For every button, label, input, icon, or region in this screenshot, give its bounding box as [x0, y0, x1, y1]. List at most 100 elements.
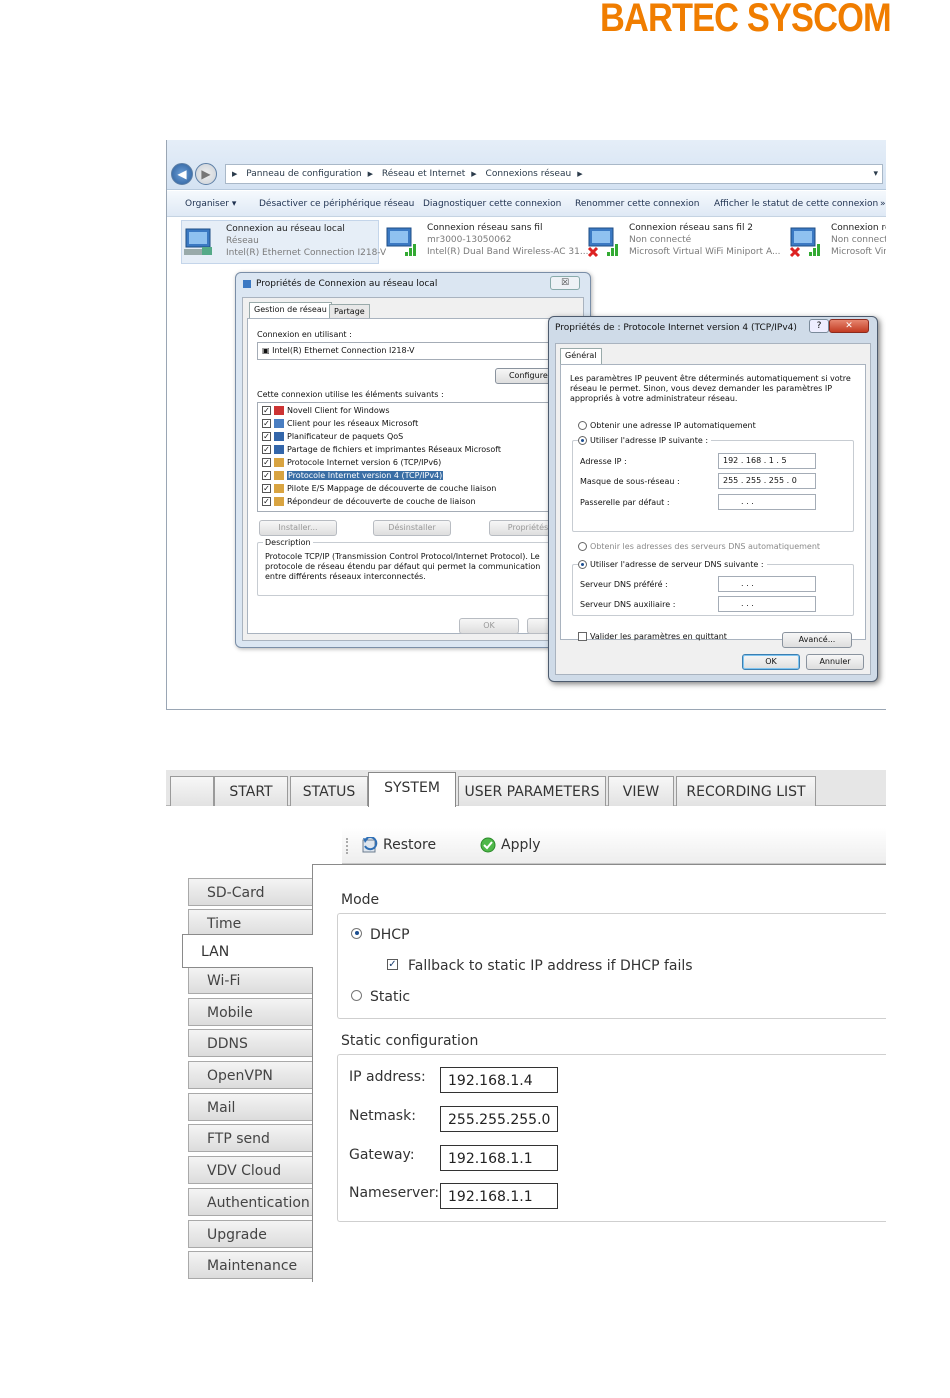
web-lan-settings-screenshot: START STATUS SYSTEM USER PARAMETERS VIEW… — [166, 770, 886, 1282]
tab-start[interactable]: START — [214, 776, 288, 806]
tab-blank[interactable] — [170, 776, 214, 806]
connection-lan[interactable]: Connexion au réseau local Réseau Intel(R) … — [181, 220, 386, 264]
connect-using-label: Connexion en utilisant : — [257, 330, 352, 339]
list-item[interactable]: ✓ Protocole Internet version 4 (TCP/IPv4) — [262, 470, 444, 483]
network-adapter-icon — [184, 228, 212, 255]
list-item[interactable]: ✓ Planificateur de paquets QoS — [262, 431, 403, 444]
dropdown-icon[interactable]: ▾ — [873, 165, 878, 183]
dialog-body: Général Les paramètres IP peuvent être d… — [555, 343, 871, 675]
sidebar-item-authentication[interactable]: Authentication — [188, 1188, 312, 1216]
list-item[interactable]: ✓ Répondeur de découverte de couche de li… — [262, 496, 476, 509]
nameserver-label: Nameserver: — [349, 1185, 440, 1201]
items-label: Cette connexion utilise les éléments sui… — [257, 390, 444, 399]
install-button[interactable]: Installer... — [259, 520, 337, 536]
gateway-input[interactable]: 192.168.1.1 — [440, 1145, 558, 1171]
gateway-label: Passerelle par défaut : — [580, 498, 670, 507]
static-config-title: Static configuration — [341, 1033, 479, 1049]
sidebar-item-lan[interactable]: LAN — [182, 934, 313, 968]
connection-other[interactable]: Connexion réNon connectéMicrosoft Virt — [787, 220, 886, 264]
connection-wifi-2[interactable]: Connexion réseau sans fil 2 Non connecté M… — [585, 220, 781, 264]
lan-content-panel: Mode DHCP ✓ Fallback to static IP address… — [312, 864, 886, 1282]
sidebar-item-vdv-cloud[interactable]: VDV Cloud — [188, 1156, 312, 1184]
wifi-disconnected-icon — [789, 227, 820, 258]
breadcrumb-panneau[interactable]: Panneau de configuration — [246, 169, 361, 179]
sidebar-item-time[interactable]: Time — [188, 909, 312, 937]
show-status-button[interactable]: Afficher le statut de cette connexion — [714, 199, 878, 209]
list-item[interactable]: ✓ Protocole Internet version 6 (TCP/IPv6) — [262, 457, 441, 470]
restore-button[interactable]: Restore — [362, 837, 436, 853]
description-label: Description — [263, 538, 313, 547]
breadcrumb-reseau-internet[interactable]: Réseau et Internet — [382, 169, 465, 179]
network-small-icon — [243, 280, 251, 288]
mode-section-title: Mode — [341, 892, 380, 908]
ip-address-input[interactable]: 192.168.1.4 — [440, 1067, 558, 1093]
toolbar-grip — [346, 838, 349, 854]
tab-status[interactable]: STATUS — [290, 776, 368, 806]
list-item[interactable]: ✓ Partage de fichiers et imprimantes Rése… — [262, 444, 501, 457]
forward-icon[interactable]: ▶ — [195, 163, 217, 185]
sidebar-item-wifi[interactable]: Wi-Fi — [188, 966, 312, 994]
list-item[interactable]: ✓ Client pour les réseaux Microsoft — [262, 418, 418, 431]
disable-device-button[interactable]: Désactiver ce périphérique réseau — [259, 199, 414, 209]
components-list[interactable]: ✓ Novell Client for Windows ✓ Client pour … — [257, 402, 557, 512]
list-item[interactable]: ✓ Novell Client for Windows — [262, 405, 389, 418]
sidebar-item-mobile[interactable]: Mobile — [188, 998, 312, 1026]
breadcrumb-connexions[interactable]: Connexions réseau — [486, 169, 572, 179]
dhcp-radio[interactable]: DHCP — [351, 927, 410, 943]
uninstall-button[interactable]: Désinstaller — [373, 520, 451, 536]
diagnose-button[interactable]: Diagnostiquer cette connexion — [423, 199, 561, 209]
windows-network-connections-screenshot: ◀ ▶ ▶ Panneau de configuration ▶ Réseau e… — [166, 140, 886, 710]
tab-partage[interactable]: Partage — [329, 304, 370, 318]
lan-properties-dialog: Propriétés de Connexion au réseau local … — [235, 272, 591, 648]
ip-input[interactable]: 192 . 168 . 1 . 5 — [718, 453, 816, 469]
mask-label: Masque de sous-réseau : — [580, 477, 680, 486]
netmask-input[interactable]: 255.255.255.0 — [440, 1106, 558, 1132]
ok-button[interactable]: OK — [459, 618, 519, 634]
sidebar-item-sd-card[interactable]: SD-Card — [188, 878, 312, 906]
connection-wifi[interactable]: Connexion réseau sans fil mr3000-13050062… — [383, 220, 588, 264]
close-button[interactable]: ☒ — [550, 276, 580, 290]
sidebar-item-upgrade[interactable]: Upgrade — [188, 1220, 312, 1248]
list-item[interactable]: ✓ Pilote E/S Mappage de découverte de cou… — [262, 483, 496, 496]
use-ip-radio[interactable]: Utiliser l'adresse IP suivante : — [578, 436, 712, 445]
gateway-label: Gateway: — [349, 1147, 415, 1163]
apply-button[interactable]: Apply — [480, 837, 541, 853]
ok-button[interactable]: OK — [742, 654, 800, 670]
tab-user-parameters[interactable]: USER PARAMETERS — [458, 776, 606, 806]
auto-ip-radio[interactable]: Obtenir une adresse IP automatiquement — [578, 421, 756, 430]
dns1-input[interactable]: . . . — [718, 576, 816, 592]
tab-general[interactable]: Général — [560, 348, 602, 364]
description-text: Protocole TCP/IP (Transmission Control P… — [265, 552, 541, 581]
dns2-label: Serveur DNS auxiliaire : — [580, 600, 676, 609]
back-icon[interactable]: ◀ — [171, 163, 193, 185]
dns1-label: Serveur DNS préféré : — [580, 580, 668, 589]
cancel-button[interactable]: Annuler — [806, 654, 864, 670]
tab-view[interactable]: VIEW — [608, 776, 674, 806]
nameserver-input[interactable]: 192.168.1.1 — [440, 1183, 558, 1209]
static-radio[interactable]: Static — [351, 989, 410, 1005]
fallback-checkbox[interactable]: ✓ Fallback to static IP address if DHCP f… — [387, 958, 693, 974]
dns2-input[interactable]: . . . — [718, 596, 816, 612]
sidebar-item-ddns[interactable]: DDNS — [188, 1029, 312, 1057]
advanced-button[interactable]: Avancé... — [782, 632, 852, 648]
auto-dns-radio[interactable]: Obtenir les adresses des serveurs DNS au… — [578, 542, 820, 551]
dialog-body: Gestion de réseau Partage Connexion en u… — [242, 297, 587, 641]
sidebar-item-maintenance[interactable]: Maintenance — [188, 1251, 312, 1279]
validate-checkbox[interactable]: Valider les paramètres en quittant — [578, 632, 727, 641]
help-button[interactable]: ? — [809, 319, 829, 333]
tab-gestion-reseau[interactable]: Gestion de réseau — [249, 302, 332, 318]
address-bar[interactable]: ▶ Panneau de configuration ▶ Réseau et In… — [225, 164, 883, 184]
sidebar-item-mail[interactable]: Mail — [188, 1093, 312, 1121]
gateway-input[interactable]: . . . — [718, 494, 816, 510]
sidebar-item-ftp-send[interactable]: FTP send — [188, 1124, 312, 1152]
close-button[interactable]: ✕ — [829, 319, 869, 333]
mask-input[interactable]: 255 . 255 . 255 . 0 — [718, 473, 816, 489]
dialog-title: Propriétés de Connexion au réseau local — [256, 279, 438, 289]
tab-system[interactable]: SYSTEM — [368, 772, 456, 807]
rename-button[interactable]: Renommer cette connexion — [575, 199, 699, 209]
more-icon[interactable]: » — [880, 199, 886, 209]
organiser-menu[interactable]: Organiser ▾ — [185, 199, 236, 209]
sidebar-item-openvpn[interactable]: OpenVPN — [188, 1061, 312, 1089]
use-dns-radio[interactable]: Utiliser l'adresse de serveur DNS suivan… — [578, 560, 767, 569]
tab-recording-list[interactable]: RECORDING LIST — [676, 776, 816, 806]
